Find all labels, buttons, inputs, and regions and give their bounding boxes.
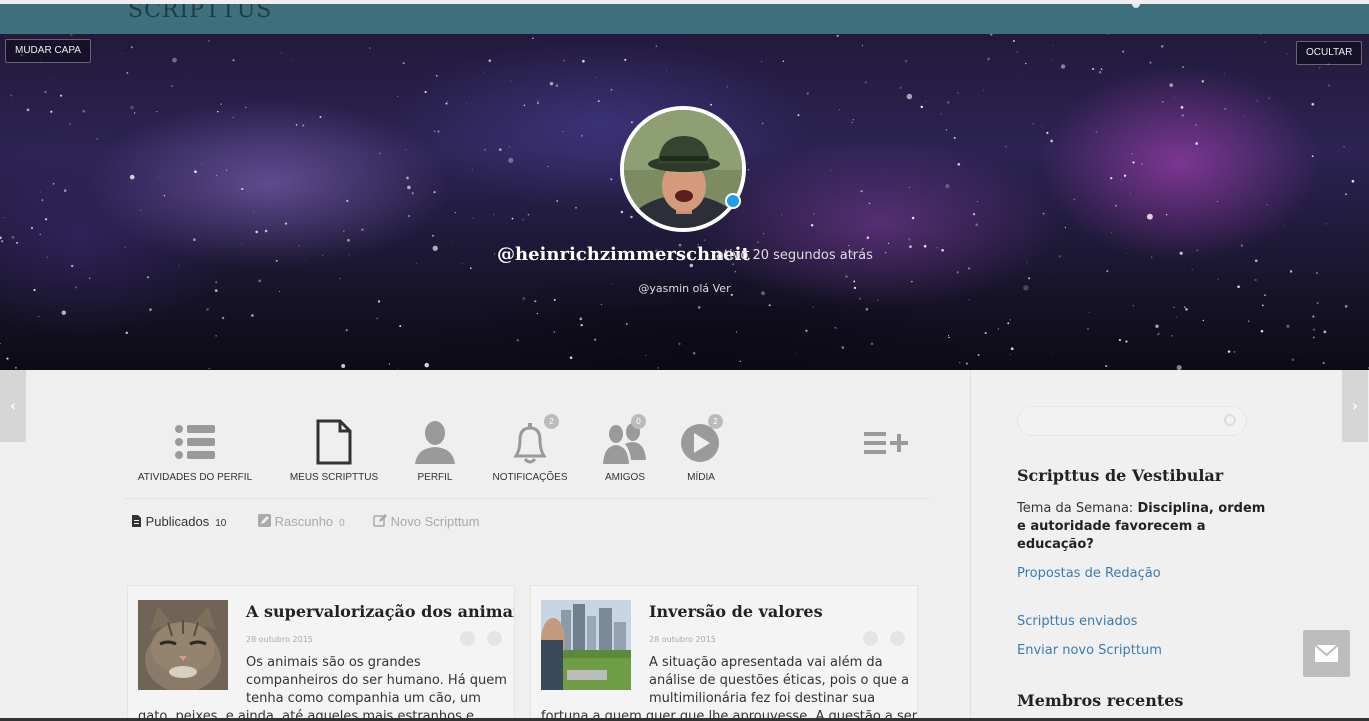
nav-label: MÍDIA	[687, 472, 715, 483]
notifications-badge: 2	[544, 414, 559, 429]
post-actions	[851, 631, 905, 650]
user-icon	[411, 418, 459, 466]
nav-item-media[interactable]: 2 MÍDIA	[678, 414, 724, 483]
profile-username: @heinrichzimmerschneit	[497, 244, 750, 265]
nav-label: MEUS SCRIPTTUS	[289, 472, 379, 483]
post-thumbnail-city[interactable]	[541, 600, 631, 690]
profile-cover: MUDAR CAPA OCULTAR @heinrichzimmerschnei…	[0, 34, 1369, 370]
hide-cover-button[interactable]: OCULTAR	[1296, 41, 1362, 65]
friends-icon: 0	[601, 414, 649, 466]
post-thumbnail-cat[interactable]	[138, 600, 228, 690]
top-bar: SCRIPTTUS	[0, 4, 1369, 34]
media-badge: 2	[708, 414, 723, 429]
list-icon	[171, 418, 219, 466]
post-title[interactable]: A supervalorização dos animais	[246, 602, 514, 621]
nav-label: ATIVIDADES DO PERFIL	[137, 472, 253, 483]
sidebar: Scripttus de Vestibular Tema da Semana: …	[970, 370, 1342, 721]
tab-published[interactable]: Publicados 10	[131, 514, 226, 529]
post-title[interactable]: Inversão de valores	[649, 602, 823, 621]
search-input[interactable]	[1017, 406, 1247, 436]
nav-label: NOTIFICAÇÕES	[492, 472, 568, 483]
search-icon	[1224, 414, 1236, 426]
document-small-icon	[131, 514, 146, 529]
post-actions	[448, 631, 502, 650]
nav-label: AMIGOS	[604, 472, 645, 483]
weekly-theme: Tema da Semana: Disciplina, ordem e auto…	[1017, 501, 1266, 552]
nav-item-friends[interactable]: 0 AMIGOS	[600, 414, 650, 483]
edit-box-icon	[258, 514, 275, 529]
chevron-right-icon: ›	[1351, 396, 1359, 415]
play-icon: 2	[678, 414, 724, 466]
post-date: 28 outubro 2015	[649, 635, 716, 644]
bell-icon: 2	[506, 414, 559, 466]
latest-mention[interactable]: @yasmin olá Ver	[0, 282, 1369, 295]
nav-item-profile[interactable]: PERFIL	[410, 418, 460, 483]
post-card[interactable]: A supervalorização dos animais 28 outubr…	[127, 585, 515, 721]
nav-label: PERFIL	[417, 472, 453, 483]
proposals-link[interactable]: Propostas de Redação	[1017, 566, 1161, 581]
tab-draft[interactable]: Rascunho 0	[258, 514, 345, 529]
nav-divider	[124, 498, 930, 499]
change-cover-button[interactable]: MUDAR CAPA	[5, 39, 91, 63]
friends-badge: 0	[631, 414, 646, 429]
post-excerpt: Os animais são os grandes companheiros d…	[246, 655, 507, 706]
nav-item-activities[interactable]: ATIVIDADES DO PERFIL	[136, 418, 254, 483]
next-arrow-button[interactable]: ›	[1342, 370, 1368, 442]
post-card[interactable]: Inversão de valores 28 outubro 2015 A si…	[530, 585, 918, 721]
envelope-icon	[1314, 644, 1339, 662]
user-menu-dot[interactable]	[1132, 4, 1140, 8]
main-content: ATIVIDADES DO PERFIL MEUS SCRIPTTUS PERF…	[0, 370, 970, 721]
contact-mail-button[interactable]	[1303, 630, 1350, 677]
edit-icon[interactable]	[863, 631, 878, 646]
delete-icon[interactable]	[890, 631, 905, 646]
profile-avatar[interactable]	[620, 106, 746, 232]
vestibular-heading: Scripttus de Vestibular	[1017, 466, 1224, 485]
nav-item-my-scripttus[interactable]: MEUS SCRIPTTUS	[288, 418, 380, 483]
sent-scripttus-link[interactable]: Scripttus enviados	[1017, 614, 1137, 629]
last-activity: ativo 20 segundos atrás	[716, 248, 873, 263]
online-status-indicator	[725, 193, 741, 209]
post-date: 28 outubro 2015	[246, 635, 313, 644]
document-icon	[310, 418, 358, 466]
nav-item-notifications[interactable]: 2 NOTIFICAÇÕES	[490, 414, 570, 483]
post-excerpt: A situação apresentada vai além da análi…	[649, 655, 910, 706]
site-logo[interactable]: SCRIPTTUS	[128, 4, 272, 23]
list-plus-icon[interactable]	[862, 428, 910, 462]
tab-new-scripttum[interactable]: Novo Scripttum	[373, 514, 480, 529]
send-new-scripttum-link[interactable]: Enviar novo Scripttum	[1017, 643, 1162, 658]
delete-icon[interactable]	[487, 631, 502, 646]
recent-members-heading: Membros recentes	[1017, 691, 1184, 710]
edit-icon[interactable]	[460, 631, 475, 646]
compose-icon	[373, 514, 391, 529]
